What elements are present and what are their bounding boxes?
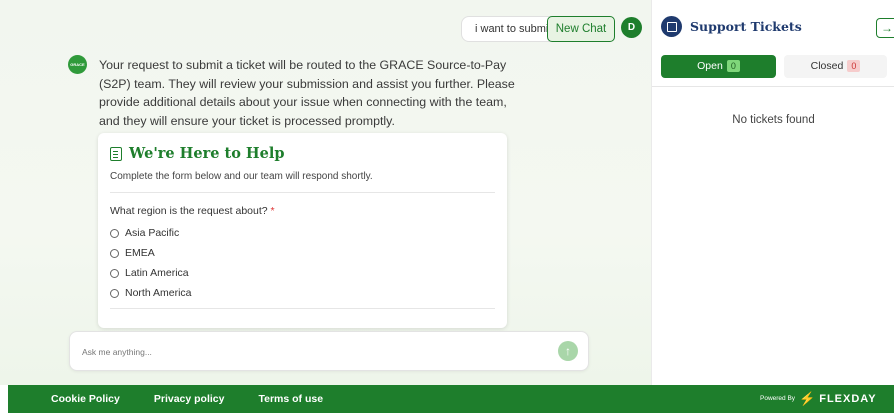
- collapse-panel-button[interactable]: →: [876, 18, 894, 38]
- flexday-logo-icon: ⚡: [799, 391, 816, 406]
- footer-links: Cookie Policy Privacy policy Terms of us…: [51, 385, 323, 413]
- grace-bot-avatar: GRACE: [68, 55, 87, 74]
- radio-label[interactable]: Latin America: [125, 267, 189, 279]
- clipboard-icon: [110, 146, 122, 161]
- privacy-policy-link[interactable]: Privacy policy: [154, 385, 225, 413]
- radio-label[interactable]: EMEA: [125, 247, 155, 259]
- terms-of-use-link[interactable]: Terms of use: [258, 385, 323, 413]
- divider: [110, 192, 495, 193]
- radio-circle-icon[interactable]: [110, 248, 119, 258]
- form-card-title-text: We're Here to Help: [129, 145, 285, 162]
- panel-header: Support Tickets: [661, 16, 802, 37]
- help-form-card: We're Here to Help Complete the form bel…: [98, 133, 507, 328]
- radio-option-latin-america[interactable]: Latin America: [110, 263, 192, 283]
- tab-closed[interactable]: Closed 0: [784, 55, 887, 78]
- ticket-icon: [661, 16, 682, 37]
- region-question: What region is the request about? *: [110, 205, 275, 217]
- chat-input-bar: ↑: [69, 331, 589, 371]
- radio-label[interactable]: North America: [125, 287, 192, 299]
- new-chat-button[interactable]: New Chat: [547, 16, 615, 42]
- cookie-policy-link[interactable]: Cookie Policy: [51, 385, 120, 413]
- app-root: i want to submit a New Chat D GRACE Your…: [0, 0, 894, 413]
- user-avatar[interactable]: D: [621, 17, 642, 38]
- arrow-right-icon[interactable]: →: [881, 21, 893, 35]
- required-marker: *: [270, 205, 275, 217]
- region-question-text: What region is the request about?: [110, 205, 268, 217]
- radio-circle-icon[interactable]: [110, 288, 119, 298]
- radio-label[interactable]: Asia Pacific: [125, 227, 179, 239]
- bot-message: Your request to submit a ticket will be …: [99, 58, 515, 128]
- tab-label[interactable]: Open: [697, 60, 723, 72]
- support-tickets-panel: Support Tickets → Open 0 Closed 0 No ticke…: [651, 0, 894, 385]
- count-badge: 0: [726, 60, 740, 72]
- send-button[interactable]: ↑: [558, 341, 578, 361]
- empty-state-text: No tickets found: [732, 114, 815, 126]
- radio-option-north-america[interactable]: North America: [110, 283, 192, 303]
- chat-input[interactable]: [82, 344, 522, 360]
- tab-open[interactable]: Open 0: [661, 55, 776, 78]
- region-radio-group: Asia Pacific EMEA Latin America North Am…: [110, 223, 192, 303]
- form-card-title: We're Here to Help: [110, 145, 285, 162]
- footer: Cookie Policy Privacy policy Terms of us…: [8, 385, 894, 413]
- panel-title: Support Tickets: [690, 19, 802, 34]
- tab-label[interactable]: Closed: [811, 60, 844, 72]
- powered-by-text: Powered By: [760, 395, 796, 402]
- powered-by: Powered By ⚡ FLEXDAY: [760, 385, 877, 413]
- ticket-tabs: Open 0 Closed 0: [661, 55, 887, 78]
- chat-area: i want to submit a New Chat D GRACE Your…: [0, 0, 651, 385]
- radio-circle-icon[interactable]: [110, 228, 119, 238]
- radio-circle-icon[interactable]: [110, 268, 119, 278]
- divider: [652, 86, 894, 87]
- brand-name: FLEXDAY: [819, 393, 877, 405]
- form-card-subtitle: Complete the form below and our team wil…: [110, 171, 373, 182]
- radio-option-asia-pacific[interactable]: Asia Pacific: [110, 223, 192, 243]
- radio-option-emea[interactable]: EMEA: [110, 243, 192, 263]
- divider: [110, 308, 495, 309]
- count-badge: 0: [847, 60, 861, 72]
- arrow-up-icon[interactable]: ↑: [565, 344, 571, 358]
